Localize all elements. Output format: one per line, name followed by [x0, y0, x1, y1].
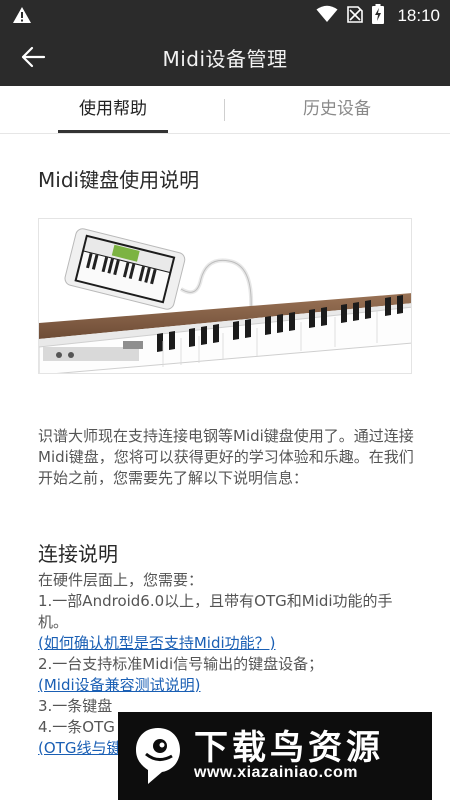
status-bar: 18:10: [0, 0, 450, 32]
app-bar: Midi设备管理: [0, 32, 450, 86]
tab-indicator: [58, 130, 168, 133]
watermark-url: www.xiazainiao.com: [194, 764, 359, 781]
midi-compat-test-link[interactable]: (Midi设备兼容测试说明): [38, 675, 416, 696]
watermark-name: 下载鸟资源: [194, 728, 384, 768]
no-sim-icon: [347, 5, 364, 27]
page-title: Midi设备管理: [162, 47, 288, 71]
hardware-intro: 在硬件层面上，您需要：: [38, 571, 204, 589]
check-midi-support-link[interactable]: (如何确认机型是否支持Midi功能？): [38, 633, 416, 654]
intro-text: 识谱大师现在支持连接电钢等Midi键盘使用了。通过连接Midi键盘，您将可以获得…: [38, 427, 414, 487]
requirement-2: 2.一台支持标准Midi信号输出的键盘设备；: [38, 655, 324, 673]
requirement-1: 1.一部Android6.0以上，且带有OTG和Midi功能的手机。: [38, 592, 393, 631]
tab-divider: [224, 99, 225, 121]
tab-history-devices[interactable]: 历史设备: [282, 86, 392, 132]
phone-piano-illustration: [39, 228, 411, 373]
tab-help[interactable]: 使用帮助: [58, 86, 168, 132]
connection-heading: 连接说明: [38, 542, 118, 566]
battery-charging-icon: [372, 4, 385, 28]
watermark-overlay: 下载鸟资源 www.xiazainiao.com: [118, 712, 432, 800]
warning-icon: [12, 6, 32, 28]
tab-bar: 使用帮助 历史设备: [0, 86, 450, 134]
status-time: 18:10: [397, 6, 440, 25]
bird-logo-icon: [132, 726, 184, 790]
wifi-icon: [316, 5, 338, 27]
hero-image: [38, 218, 412, 374]
help-content[interactable]: Midi键盘使用说明 识谱大师现在支持连接电钢等Midi键盘使用了。通过连接Mi…: [0, 134, 450, 800]
midi-keyboard-heading: Midi键盘使用说明: [38, 168, 200, 192]
